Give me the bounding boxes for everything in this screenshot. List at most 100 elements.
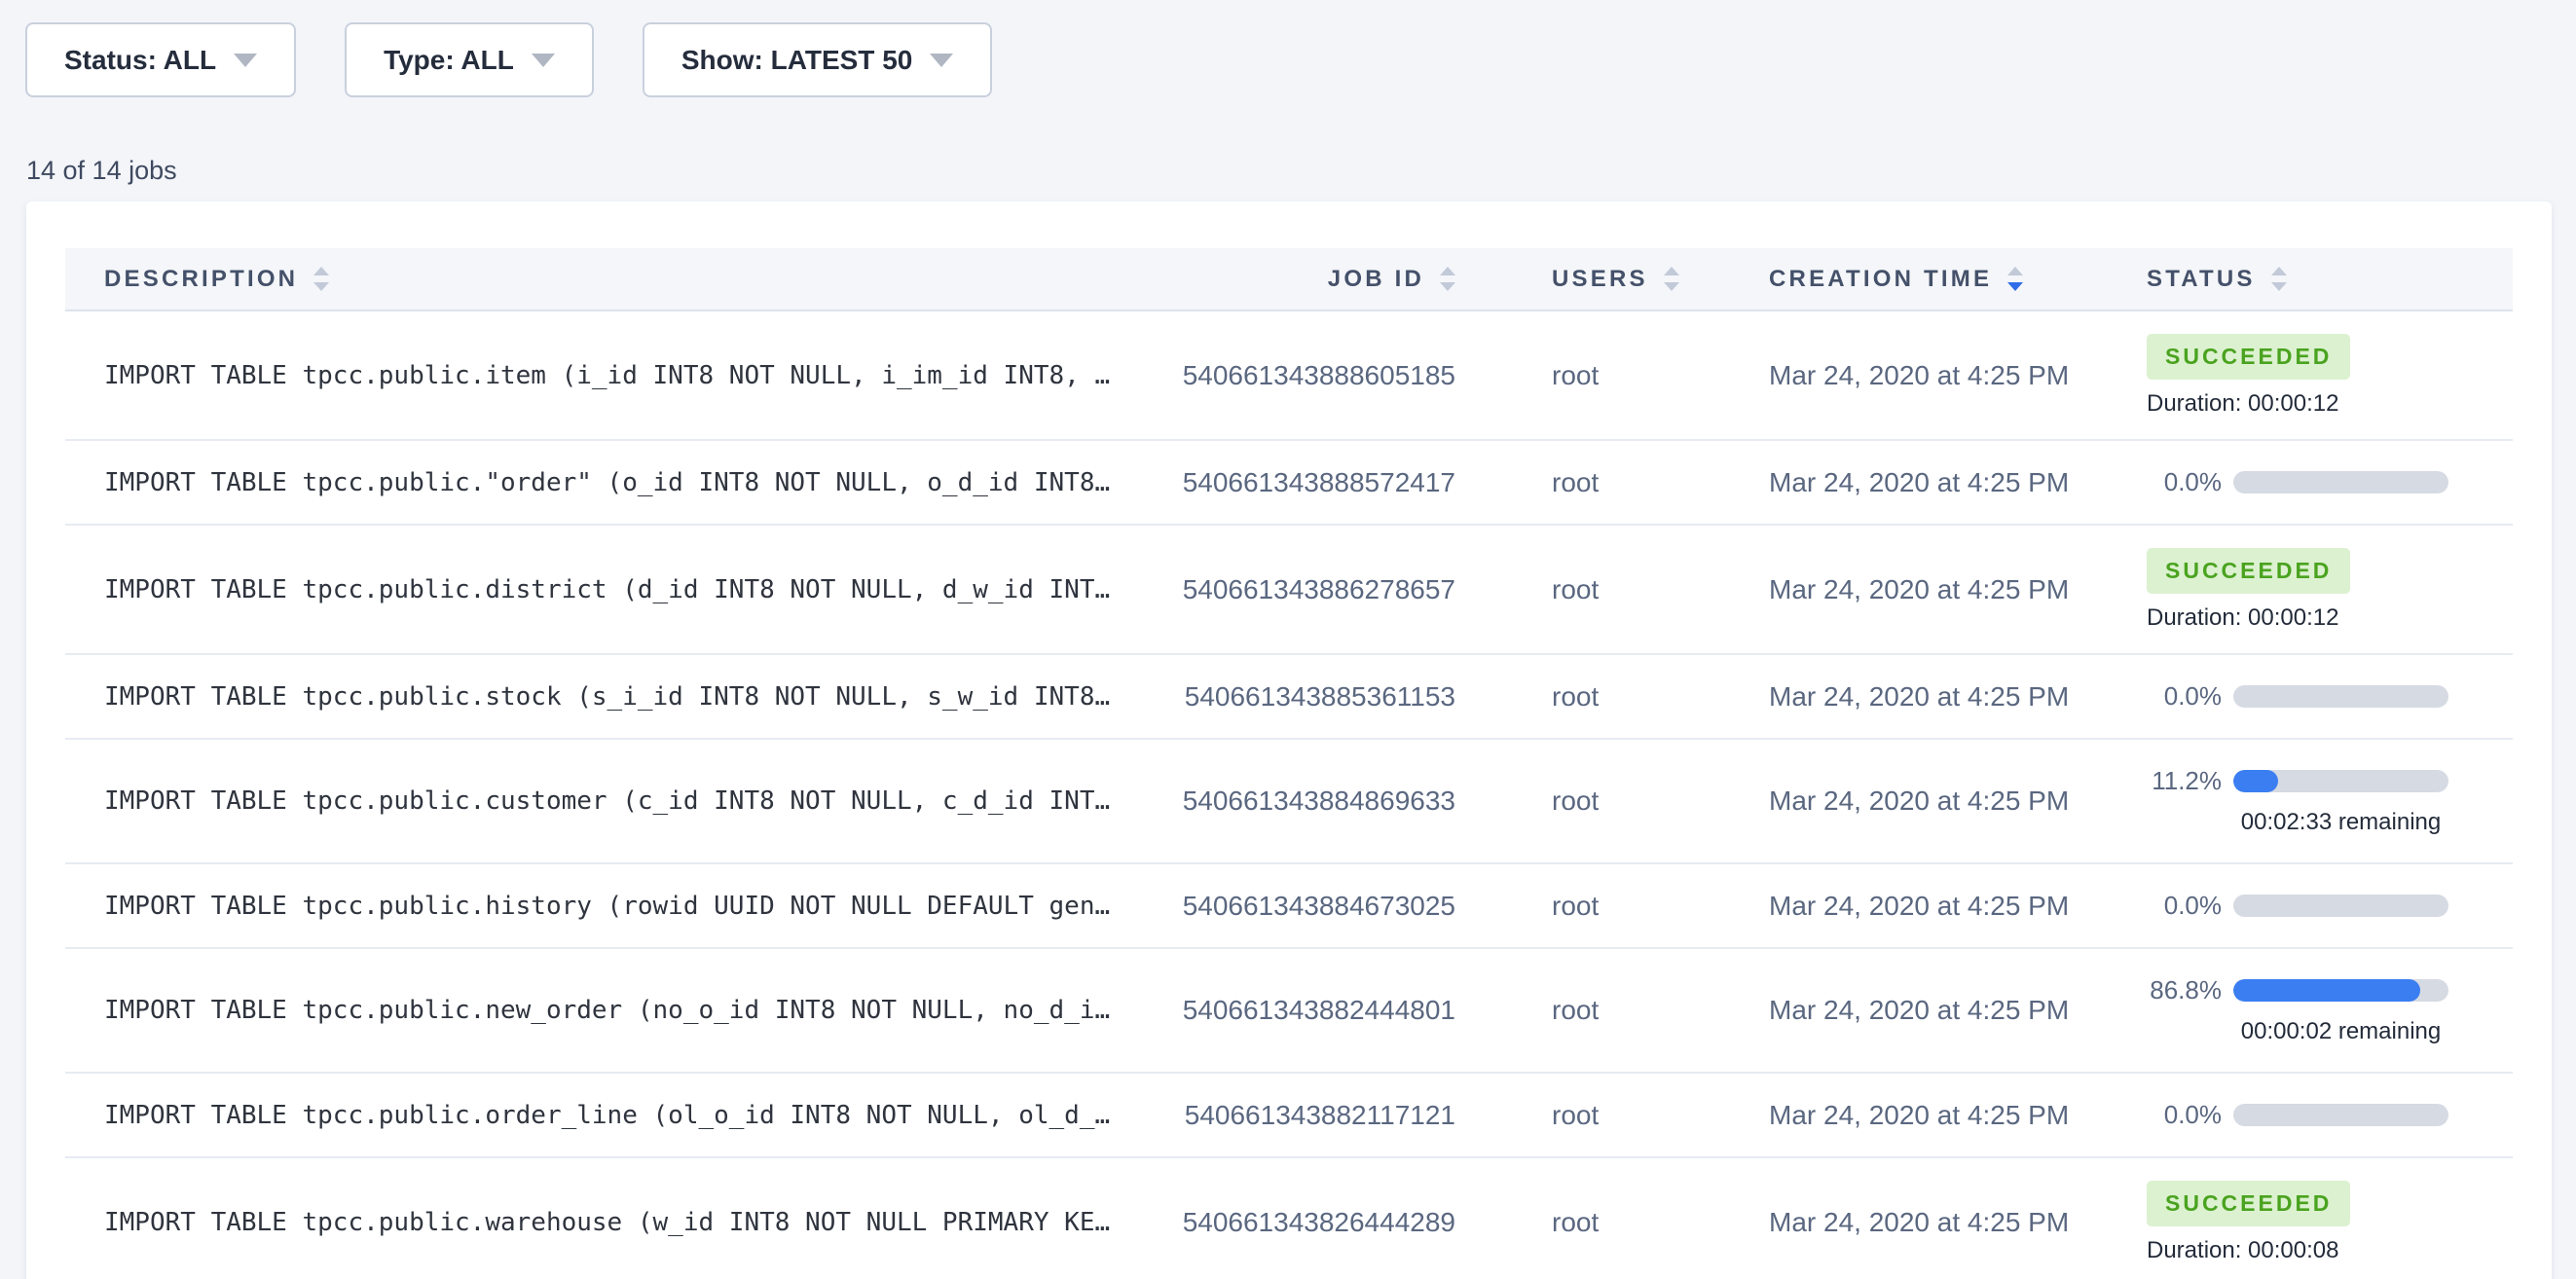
job-id: 540661343826444289 (1165, 1207, 1472, 1238)
chevron-down-icon (930, 54, 953, 67)
progress-remaining: 00:02:33 remaining (2233, 809, 2448, 836)
job-description-cell: IMPORT TABLE tpcc.public."order" (o_id I… (65, 468, 1165, 497)
progress-bar (2233, 1104, 2448, 1126)
progress-fill (2233, 979, 2420, 1002)
status-filter-label: Status: ALL (64, 45, 216, 76)
progress-bar (2233, 471, 2448, 493)
job-status-cell: 0.0% (2115, 1100, 2513, 1130)
column-label: USERS (1552, 266, 1648, 293)
progress-percent: 0.0% (2147, 891, 2222, 921)
job-description-cell: IMPORT TABLE tpcc.public.order_line (ol_… (65, 1101, 1165, 1130)
jobs-table: DESCRIPTION JOB ID USERS CREATION TIME S… (65, 248, 2513, 1279)
progress-percent: 11.2% (2147, 766, 2222, 796)
job-id: 540661343886278657 (1165, 574, 1472, 605)
sort-icon (1664, 267, 1679, 291)
progress-bar (2233, 685, 2448, 708)
table-row[interactable]: IMPORT TABLE tpcc.public.customer (c_id … (65, 740, 2513, 864)
column-header-status[interactable]: STATUS (2115, 266, 2513, 293)
job-id: 540661343888605185 (1165, 360, 1472, 391)
status-badge: SUCCEEDED (2147, 548, 2350, 594)
progress-remaining: 00:00:02 remaining (2233, 1018, 2448, 1045)
job-user: root (1472, 574, 1735, 605)
job-status-cell: SUCCEEDED Duration: 00:00:12 (2115, 334, 2513, 418)
job-description-link[interactable]: IMPORT TABLE tpcc.public."order" (o_id I… (104, 468, 1142, 497)
table-row[interactable]: IMPORT TABLE tpcc.public.history (rowid … (65, 864, 2513, 949)
table-header: DESCRIPTION JOB ID USERS CREATION TIME S… (65, 248, 2513, 311)
job-creation-time: Mar 24, 2020 at 4:25 PM (1735, 995, 2115, 1026)
job-id: 540661343888572417 (1165, 467, 1472, 498)
column-label: CREATION TIME (1769, 266, 1992, 293)
job-user: root (1472, 786, 1735, 817)
job-description-link[interactable]: IMPORT TABLE tpcc.public.order_line (ol_… (104, 1101, 1142, 1130)
sort-icon (2271, 267, 2287, 291)
status-filter-dropdown[interactable]: Status: ALL (25, 22, 296, 97)
filter-bar: Status: ALL Type: ALL Show: LATEST 50 (25, 22, 992, 97)
show-filter-dropdown[interactable]: Show: LATEST 50 (643, 22, 993, 97)
progress-percent: 0.0% (2147, 467, 2222, 497)
chevron-down-icon (532, 54, 555, 67)
job-user: root (1472, 995, 1735, 1026)
progress-percent: 86.8% (2147, 975, 2222, 1005)
type-filter-label: Type: ALL (384, 45, 514, 76)
job-description-link[interactable]: IMPORT TABLE tpcc.public.customer (c_id … (104, 786, 1142, 816)
table-row[interactable]: IMPORT TABLE tpcc.public.new_order (no_o… (65, 949, 2513, 1074)
job-description-link[interactable]: IMPORT TABLE tpcc.public.item (i_id INT8… (104, 361, 1142, 390)
table-body: IMPORT TABLE tpcc.public.item (i_id INT8… (65, 311, 2513, 1279)
column-header-job-id[interactable]: JOB ID (1165, 266, 1472, 293)
status-badge: SUCCEEDED (2147, 1181, 2350, 1226)
table-row[interactable]: IMPORT TABLE tpcc.public.district (d_id … (65, 526, 2513, 655)
job-creation-time: Mar 24, 2020 at 4:25 PM (1735, 360, 2115, 391)
job-id: 540661343882444801 (1165, 995, 1472, 1026)
progress-fill (2233, 770, 2278, 792)
job-status-cell: 86.8% 00:00:02 remaining (2115, 975, 2513, 1045)
job-status-cell: 11.2% 00:02:33 remaining (2115, 766, 2513, 836)
job-description-cell: IMPORT TABLE tpcc.public.warehouse (w_id… (65, 1208, 1165, 1237)
job-description-link[interactable]: IMPORT TABLE tpcc.public.stock (s_i_id I… (104, 682, 1142, 712)
sort-icon (313, 267, 329, 291)
job-user: root (1472, 1207, 1735, 1238)
table-row[interactable]: IMPORT TABLE tpcc.public.order_line (ol_… (65, 1074, 2513, 1158)
status-duration: Duration: 00:00:12 (2147, 390, 2513, 418)
column-label: STATUS (2147, 266, 2256, 293)
job-id: 540661343885361153 (1165, 681, 1472, 713)
job-status-cell: 0.0% (2115, 681, 2513, 712)
table-row[interactable]: IMPORT TABLE tpcc.public.stock (s_i_id I… (65, 655, 2513, 740)
job-description-cell: IMPORT TABLE tpcc.public.new_order (no_o… (65, 996, 1165, 1025)
job-description-link[interactable]: IMPORT TABLE tpcc.public.warehouse (w_id… (104, 1208, 1142, 1237)
column-label: JOB ID (1328, 266, 1424, 293)
progress-percent: 0.0% (2147, 1100, 2222, 1130)
progress-bar (2233, 770, 2448, 792)
job-description-link[interactable]: IMPORT TABLE tpcc.public.history (rowid … (104, 892, 1142, 921)
job-description-cell: IMPORT TABLE tpcc.public.stock (s_i_id I… (65, 682, 1165, 712)
job-creation-time: Mar 24, 2020 at 4:25 PM (1735, 574, 2115, 605)
job-creation-time: Mar 24, 2020 at 4:25 PM (1735, 1207, 2115, 1238)
job-description-link[interactable]: IMPORT TABLE tpcc.public.district (d_id … (104, 575, 1142, 604)
job-id: 540661343884673025 (1165, 891, 1472, 922)
job-description-cell: IMPORT TABLE tpcc.public.district (d_id … (65, 575, 1165, 604)
job-user: root (1472, 681, 1735, 713)
status-badge: SUCCEEDED (2147, 334, 2350, 380)
job-description-link[interactable]: IMPORT TABLE tpcc.public.new_order (no_o… (104, 996, 1142, 1025)
table-row[interactable]: IMPORT TABLE tpcc.public."order" (o_id I… (65, 441, 2513, 526)
job-status-cell: SUCCEEDED Duration: 00:00:12 (2115, 548, 2513, 632)
table-row[interactable]: IMPORT TABLE tpcc.public.item (i_id INT8… (65, 311, 2513, 441)
job-user: root (1472, 891, 1735, 922)
job-description-cell: IMPORT TABLE tpcc.public.item (i_id INT8… (65, 361, 1165, 390)
job-creation-time: Mar 24, 2020 at 4:25 PM (1735, 1100, 2115, 1131)
table-row[interactable]: IMPORT TABLE tpcc.public.warehouse (w_id… (65, 1158, 2513, 1279)
job-creation-time: Mar 24, 2020 at 4:25 PM (1735, 786, 2115, 817)
column-header-users[interactable]: USERS (1472, 266, 1735, 293)
column-header-description[interactable]: DESCRIPTION (65, 266, 1165, 293)
job-status-cell: SUCCEEDED Duration: 00:00:08 (2115, 1181, 2513, 1264)
jobs-table-card: DESCRIPTION JOB ID USERS CREATION TIME S… (26, 201, 2552, 1279)
column-label: DESCRIPTION (104, 266, 298, 293)
job-id: 540661343882117121 (1165, 1100, 1472, 1131)
job-user: root (1472, 1100, 1735, 1131)
sort-icon (2007, 267, 2023, 291)
type-filter-dropdown[interactable]: Type: ALL (345, 22, 594, 97)
job-creation-time: Mar 24, 2020 at 4:25 PM (1735, 467, 2115, 498)
status-duration: Duration: 00:00:08 (2147, 1237, 2513, 1264)
column-header-creation-time[interactable]: CREATION TIME (1735, 266, 2115, 293)
chevron-down-icon (234, 54, 257, 67)
sort-icon (1440, 267, 1455, 291)
